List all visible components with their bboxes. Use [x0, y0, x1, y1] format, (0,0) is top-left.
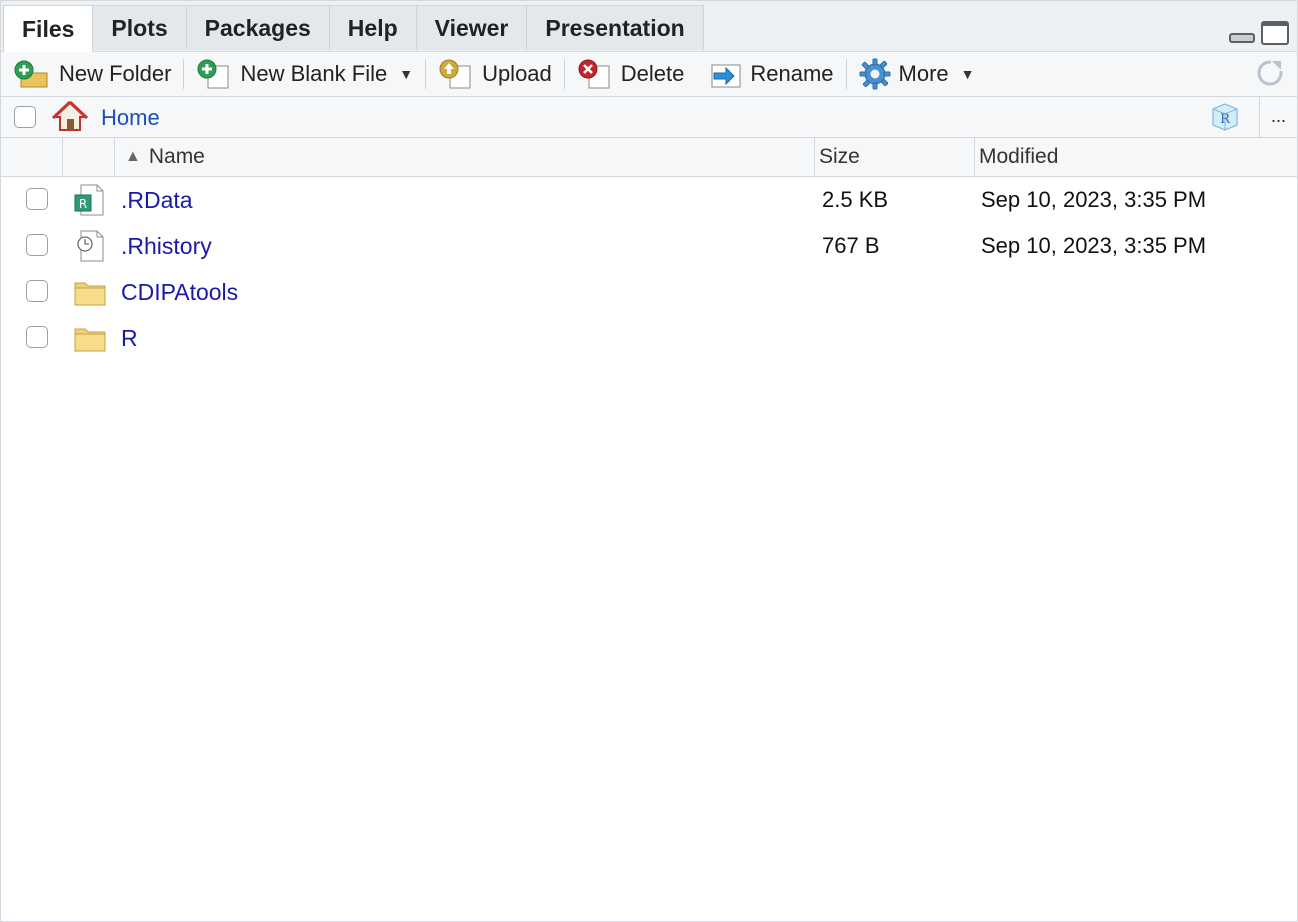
tab-plots[interactable]: Plots: [92, 5, 187, 50]
file-modified: Sep 10, 2023, 3:35 PM: [981, 233, 1207, 258]
new-blank-file-button[interactable]: New Blank File ▼: [188, 56, 421, 92]
toolbar-separator: [183, 59, 185, 89]
tab-packages[interactable]: Packages: [185, 5, 330, 50]
table-row: R: [1, 315, 1297, 361]
tab-presentation[interactable]: Presentation: [526, 5, 704, 50]
delete-button[interactable]: Delete: [569, 56, 693, 92]
tab-help[interactable]: Help: [328, 5, 417, 50]
upload-icon: [439, 59, 471, 89]
file-name-link[interactable]: .Rhistory: [121, 233, 212, 260]
file-modified: Sep 10, 2023, 3:35 PM: [981, 187, 1207, 212]
chevron-down-icon: ▼: [960, 66, 975, 82]
tab-list: Files Plots Packages Help Viewer Present…: [3, 5, 704, 52]
tab-bar: Files Plots Packages Help Viewer Present…: [1, 1, 1297, 52]
toolbar-separator: [563, 59, 565, 89]
file-size: 2.5 KB: [822, 187, 889, 212]
table-row: R .RData 2.5 KB Sep 10, 2023, 3:35 PM: [1, 177, 1297, 223]
home-icon[interactable]: [52, 100, 88, 132]
toolbar-separator: [845, 59, 847, 89]
file-size: 767 B: [822, 233, 880, 258]
minimize-pane-icon[interactable]: [1229, 33, 1255, 43]
select-all-checkbox[interactable]: [14, 106, 36, 128]
tab-files[interactable]: Files: [3, 5, 94, 52]
rename-icon: [711, 64, 741, 88]
rdata-file-icon: R: [74, 184, 104, 216]
header-name-label: Name: [148, 145, 205, 168]
gear-icon: [859, 58, 891, 90]
header-checkbox-column: [1, 138, 63, 176]
breadcrumb-home[interactable]: Home: [101, 105, 160, 131]
table-row: CDIPAtools: [1, 269, 1297, 315]
header-modified-label: Modified: [979, 145, 1059, 168]
path-more-button[interactable]: ...: [1259, 97, 1297, 137]
header-icon-column: [63, 138, 115, 176]
svg-text:R: R: [79, 197, 87, 211]
new-folder-label: New Folder: [59, 61, 172, 86]
file-table-header: ▲ Name Size Modified: [1, 138, 1297, 177]
rename-label: Rename: [750, 61, 834, 86]
new-folder-icon: [14, 60, 48, 88]
maximize-pane-icon[interactable]: [1261, 21, 1289, 45]
more-label: More: [898, 61, 949, 86]
upload-label: Upload: [482, 61, 552, 86]
new-file-icon: [197, 59, 229, 89]
toolbar-separator: [425, 59, 427, 89]
row-checkbox[interactable]: [26, 326, 48, 348]
file-name-link[interactable]: CDIPAtools: [121, 279, 238, 306]
window-controls: [1229, 21, 1289, 45]
file-name-link[interactable]: R: [121, 325, 138, 352]
header-size[interactable]: Size: [815, 138, 975, 176]
files-toolbar: New Folder New Blank File ▼ Upload Delet…: [1, 52, 1297, 97]
row-checkbox[interactable]: [26, 188, 48, 210]
refresh-icon[interactable]: [1255, 58, 1285, 88]
folder-icon: [74, 282, 106, 306]
new-folder-button[interactable]: New Folder: [1, 56, 179, 92]
r-project-icon[interactable]: R: [1209, 101, 1241, 133]
row-checkbox[interactable]: [26, 280, 48, 302]
new-blank-file-label: New Blank File: [240, 61, 388, 86]
delete-label: Delete: [620, 61, 685, 86]
svg-text:R: R: [1220, 112, 1231, 127]
files-pane: Files Plots Packages Help Viewer Present…: [0, 0, 1298, 922]
header-name[interactable]: ▲ Name: [115, 138, 815, 176]
delete-icon: [578, 59, 610, 89]
sort-ascending-icon: ▲: [125, 148, 141, 165]
header-size-label: Size: [819, 145, 860, 168]
path-bar: Home R ...: [1, 97, 1297, 138]
row-checkbox[interactable]: [26, 234, 48, 256]
more-button[interactable]: More ▼: [851, 56, 983, 92]
history-file-icon: [77, 230, 104, 262]
table-row: .Rhistory 767 B Sep 10, 2023, 3:35 PM: [1, 223, 1297, 269]
file-name-link[interactable]: .RData: [121, 187, 193, 214]
header-modified[interactable]: Modified: [975, 138, 1295, 176]
chevron-down-icon: ▼: [399, 66, 414, 82]
rename-button[interactable]: Rename: [700, 56, 841, 92]
folder-icon: [74, 328, 106, 352]
tab-viewer[interactable]: Viewer: [415, 5, 528, 50]
upload-button[interactable]: Upload: [430, 56, 560, 92]
